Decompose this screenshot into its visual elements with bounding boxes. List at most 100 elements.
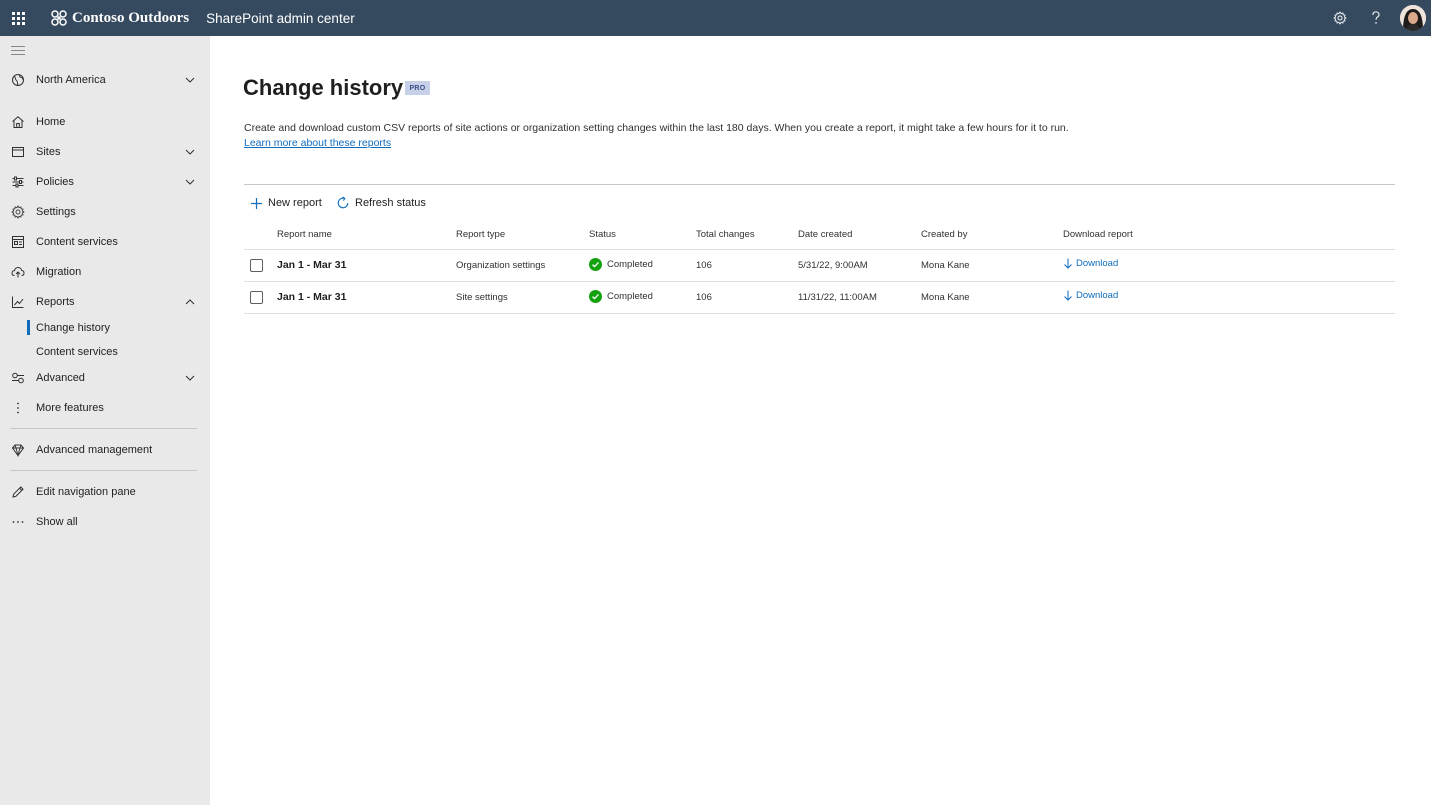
command-bar-divider bbox=[244, 184, 1395, 185]
table-row[interactable]: Jan 1 - Mar 31 Site settings Completed 1… bbox=[244, 282, 1395, 314]
pencil-icon bbox=[12, 486, 24, 498]
sidebar-item-label: Migration bbox=[36, 266, 82, 278]
chevron-down-icon bbox=[185, 179, 195, 185]
column-header-report-type[interactable]: Report type bbox=[456, 229, 505, 240]
checkmark-circle-icon bbox=[589, 290, 602, 303]
region-label: North America bbox=[36, 74, 106, 86]
sidebar-item-advanced[interactable]: Advanced bbox=[0, 364, 210, 392]
download-label: Download bbox=[1076, 258, 1119, 269]
pro-badge: PRO bbox=[405, 81, 430, 95]
selected-indicator bbox=[27, 320, 30, 335]
report-type: Site settings bbox=[456, 292, 508, 303]
show-all-label: Show all bbox=[36, 516, 78, 528]
sidebar: North America Home Sites Policies Settin… bbox=[0, 36, 210, 805]
sidebar-subitem-label: Content services bbox=[36, 346, 118, 358]
sidebar-subitem-label: Change history bbox=[36, 322, 110, 334]
table-row[interactable]: Jan 1 - Mar 31 Organization settings Com… bbox=[244, 250, 1395, 282]
sidebar-item-reports[interactable]: Reports bbox=[0, 288, 210, 316]
refresh-icon bbox=[337, 196, 349, 209]
chevron-down-icon bbox=[185, 77, 195, 83]
sites-icon bbox=[12, 147, 24, 157]
content-services-icon bbox=[12, 236, 24, 248]
contoso-logo-icon bbox=[51, 10, 67, 26]
new-report-label: New report bbox=[268, 197, 322, 209]
row-checkbox[interactable] bbox=[250, 291, 263, 304]
waffle-icon[interactable] bbox=[0, 0, 36, 36]
status-cell: Completed bbox=[589, 258, 653, 271]
date-created: 5/31/22, 9:00AM bbox=[798, 260, 868, 271]
column-header-total-changes[interactable]: Total changes bbox=[696, 229, 755, 240]
sidebar-item-more-features[interactable]: More features bbox=[0, 394, 210, 422]
new-report-button[interactable]: New report bbox=[250, 193, 322, 213]
sidebar-item-label: Home bbox=[36, 116, 66, 128]
hamburger-icon[interactable] bbox=[11, 46, 25, 56]
sidebar-item-label: Reports bbox=[36, 296, 75, 308]
page-description: Create and download custom CSV reports o… bbox=[244, 122, 1069, 134]
download-link[interactable]: Download bbox=[1063, 290, 1118, 301]
sidebar-item-home[interactable]: Home bbox=[0, 108, 210, 136]
date-created: 11/31/22, 11:00AM bbox=[798, 292, 877, 303]
created-by: Mona Kane bbox=[921, 260, 970, 271]
refresh-status-button[interactable]: Refresh status bbox=[336, 193, 426, 213]
sidebar-item-settings[interactable]: Settings bbox=[0, 198, 210, 226]
sidebar-item-label: Policies bbox=[36, 176, 74, 188]
sidebar-subitem-content-services[interactable]: Content services bbox=[0, 341, 210, 363]
chevron-down-icon bbox=[185, 375, 195, 381]
total-changes: 106 bbox=[696, 260, 712, 271]
sidebar-item-policies[interactable]: Policies bbox=[0, 168, 210, 196]
status-cell: Completed bbox=[589, 290, 653, 303]
refresh-status-label: Refresh status bbox=[355, 197, 426, 209]
total-changes: 106 bbox=[696, 292, 712, 303]
settings-icon[interactable] bbox=[1322, 0, 1358, 36]
edit-navigation-button[interactable]: Edit navigation pane bbox=[0, 478, 210, 506]
diamond-icon bbox=[11, 444, 25, 457]
settings-icon bbox=[11, 205, 25, 219]
show-all-button[interactable]: Show all bbox=[0, 508, 210, 536]
reports-icon bbox=[12, 296, 24, 308]
page-title: Change history bbox=[243, 75, 404, 100]
plus-icon bbox=[251, 197, 262, 209]
brand-name: Contoso Outdoors bbox=[72, 9, 190, 26]
chevron-down-icon bbox=[185, 149, 195, 155]
chevron-up-icon bbox=[185, 299, 195, 305]
download-arrow-icon bbox=[1064, 290, 1072, 301]
status-text: Completed bbox=[607, 291, 653, 302]
download-label: Download bbox=[1076, 290, 1119, 301]
sidebar-item-migration[interactable]: Migration bbox=[0, 258, 210, 286]
help-icon[interactable] bbox=[1358, 0, 1394, 36]
sidebar-item-label: More features bbox=[36, 402, 104, 414]
region-selector[interactable]: North America bbox=[0, 66, 210, 94]
edit-navigation-label: Edit navigation pane bbox=[36, 486, 136, 498]
column-header-date-created[interactable]: Date created bbox=[798, 229, 852, 240]
created-by: Mona Kane bbox=[921, 292, 970, 303]
column-header-status[interactable]: Status bbox=[589, 229, 616, 240]
row-checkbox[interactable] bbox=[250, 259, 263, 272]
sidebar-item-label: Advanced management bbox=[36, 444, 153, 456]
sidebar-item-label: Advanced bbox=[36, 372, 85, 384]
advanced-icon bbox=[12, 372, 24, 384]
brand[interactable]: Contoso Outdoors bbox=[50, 9, 189, 27]
avatar[interactable] bbox=[1400, 5, 1426, 31]
main-content: Change history PRO Create and download c… bbox=[210, 36, 1431, 805]
sidebar-item-content-services[interactable]: Content services bbox=[0, 228, 210, 256]
sidebar-subitem-change-history[interactable]: Change history bbox=[0, 317, 210, 339]
top-bar: Contoso Outdoors SharePoint admin center bbox=[0, 0, 1431, 36]
download-arrow-icon bbox=[1064, 258, 1072, 269]
report-name: Jan 1 - Mar 31 bbox=[277, 291, 347, 303]
policies-icon bbox=[12, 176, 24, 188]
column-header-created-by[interactable]: Created by bbox=[921, 229, 967, 240]
learn-more-link[interactable]: Learn more about these reports bbox=[244, 137, 391, 149]
more-horizontal-icon bbox=[12, 521, 24, 523]
report-name: Jan 1 - Mar 31 bbox=[277, 259, 347, 271]
report-type: Organization settings bbox=[456, 260, 546, 271]
column-header-report-name[interactable]: Report name bbox=[277, 229, 332, 240]
sidebar-item-label: Sites bbox=[36, 146, 61, 158]
download-link[interactable]: Download bbox=[1063, 258, 1118, 269]
checkmark-circle-icon bbox=[589, 258, 602, 271]
sidebar-item-sites[interactable]: Sites bbox=[0, 138, 210, 166]
status-text: Completed bbox=[607, 259, 653, 270]
app-name: SharePoint admin center bbox=[206, 10, 355, 26]
column-header-download-report[interactable]: Download report bbox=[1063, 229, 1133, 240]
migration-icon bbox=[11, 266, 25, 278]
sidebar-item-advanced-management[interactable]: Advanced management bbox=[0, 436, 210, 464]
